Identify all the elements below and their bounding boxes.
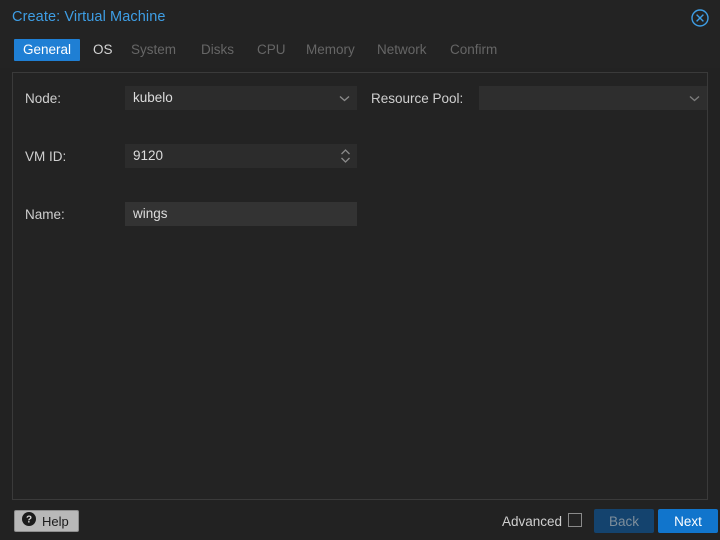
tab-general[interactable]: General <box>14 39 80 61</box>
svg-text:?: ? <box>26 514 32 525</box>
node-value: kubelo <box>133 90 173 105</box>
tab-os[interactable]: OS <box>84 39 122 61</box>
dialog-footer: ? Help Advanced Back Next <box>0 500 720 540</box>
advanced-checkbox[interactable] <box>568 513 582 527</box>
dialog-title: Create: Virtual Machine <box>12 9 166 25</box>
general-tab-panel: Node: kubelo VM ID: 9120 <box>12 72 708 500</box>
name-value: wings <box>133 206 168 221</box>
name-input[interactable]: wings <box>125 202 357 226</box>
tab-disks[interactable]: Disks <box>192 39 243 61</box>
field-resource-pool: Resource Pool: <box>361 85 709 114</box>
resource-pool-select[interactable] <box>479 86 707 110</box>
advanced-label: Advanced <box>502 514 562 529</box>
field-vmid: VM ID: 9120 <box>13 143 361 172</box>
tab-memory[interactable]: Memory <box>297 39 364 61</box>
close-icon[interactable] <box>690 8 710 28</box>
field-node: Node: kubelo <box>13 85 361 114</box>
question-circle-icon: ? <box>22 512 36 531</box>
help-button[interactable]: ? Help <box>14 510 79 532</box>
create-vm-dialog: Create: Virtual Machine General OS Syste… <box>0 0 720 540</box>
chevron-down-icon[interactable] <box>335 86 353 110</box>
vmid-value: 9120 <box>133 148 163 163</box>
spinner-arrows-icon[interactable] <box>337 144 353 168</box>
node-label: Node: <box>25 91 61 106</box>
tab-system[interactable]: System <box>122 39 185 61</box>
next-button[interactable]: Next <box>658 509 718 533</box>
wizard-tabbar: General OS System Disks CPU Memory Netwo… <box>0 36 720 68</box>
dialog-titlebar: Create: Virtual Machine <box>0 0 720 36</box>
chevron-down-icon[interactable] <box>685 86 703 110</box>
form-column-right: Resource Pool: <box>361 73 709 102</box>
tab-cpu[interactable]: CPU <box>248 39 295 61</box>
resource-pool-label: Resource Pool: <box>371 91 463 106</box>
tab-network[interactable]: Network <box>368 39 436 61</box>
vmid-stepper[interactable]: 9120 <box>125 144 357 168</box>
help-label: Help <box>42 514 69 529</box>
tab-confirm[interactable]: Confirm <box>441 39 506 61</box>
node-select[interactable]: kubelo <box>125 86 357 110</box>
name-label: Name: <box>25 207 65 222</box>
field-name: Name: wings <box>13 201 361 230</box>
back-button[interactable]: Back <box>594 509 654 533</box>
form-column-left: Node: kubelo VM ID: 9120 <box>13 73 361 160</box>
vmid-label: VM ID: <box>25 149 66 164</box>
